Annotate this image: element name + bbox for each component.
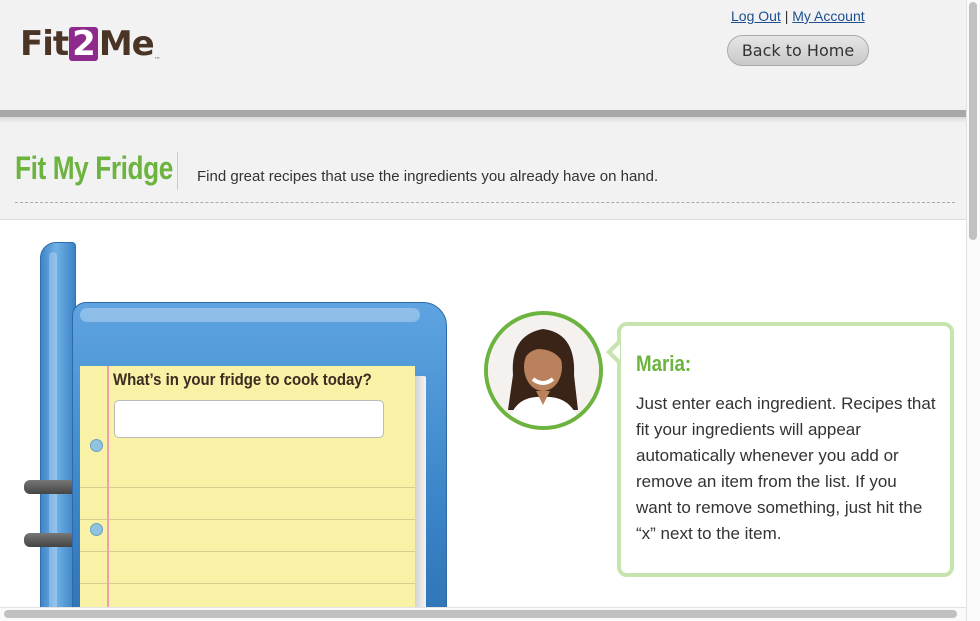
- logout-link[interactable]: Log Out: [731, 8, 781, 24]
- guide-message: Just enter each ingredient. Recipes that…: [636, 394, 936, 543]
- page-title: Fit My Fridge: [15, 150, 173, 186]
- speech-bubble-tail-inner: [612, 344, 620, 360]
- back-to-home-button[interactable]: Back to Home: [727, 35, 869, 66]
- horizontal-scrollbar-thumb[interactable]: [4, 610, 957, 618]
- logo-suffix: Me: [98, 24, 155, 64]
- fridge-question-label: What’s in your fridge to cook today?: [113, 370, 372, 389]
- ingredient-input[interactable]: [114, 400, 384, 438]
- account-links: Log Out | My Account: [731, 8, 865, 24]
- fridge-hinge-bottom: [24, 533, 74, 547]
- guide-name: Maria:: [636, 351, 692, 376]
- binder-hole: [90, 439, 103, 452]
- notepad-margin-line: [107, 366, 109, 616]
- fridge-body: [40, 242, 76, 612]
- site-header: Fit 2 Me™ Log Out | My Account Back to Hom…: [0, 0, 966, 110]
- vertical-scrollbar-thumb[interactable]: [969, 2, 977, 240]
- binder-hole: [90, 523, 103, 536]
- my-account-link[interactable]: My Account: [792, 8, 864, 24]
- header-shadow: [0, 117, 966, 123]
- maria-avatar: [484, 311, 603, 430]
- fridge-hinge-top: [24, 480, 74, 494]
- fit2me-logo[interactable]: Fit 2 Me™: [20, 24, 161, 64]
- page-subtitle: Find great recipes that use the ingredie…: [197, 168, 659, 185]
- link-separator: |: [784, 8, 789, 24]
- title-divider: [177, 152, 178, 190]
- fridge-edge-highlight: [49, 252, 57, 612]
- logo-number: 2: [69, 27, 98, 61]
- trademark-mark: ™: [153, 56, 161, 64]
- header-divider-bar: [0, 110, 966, 117]
- dashed-divider: [15, 202, 955, 203]
- logo-prefix: Fit: [20, 24, 69, 64]
- maria-portrait-icon: [488, 315, 599, 426]
- fridge-door-shine: [80, 308, 420, 322]
